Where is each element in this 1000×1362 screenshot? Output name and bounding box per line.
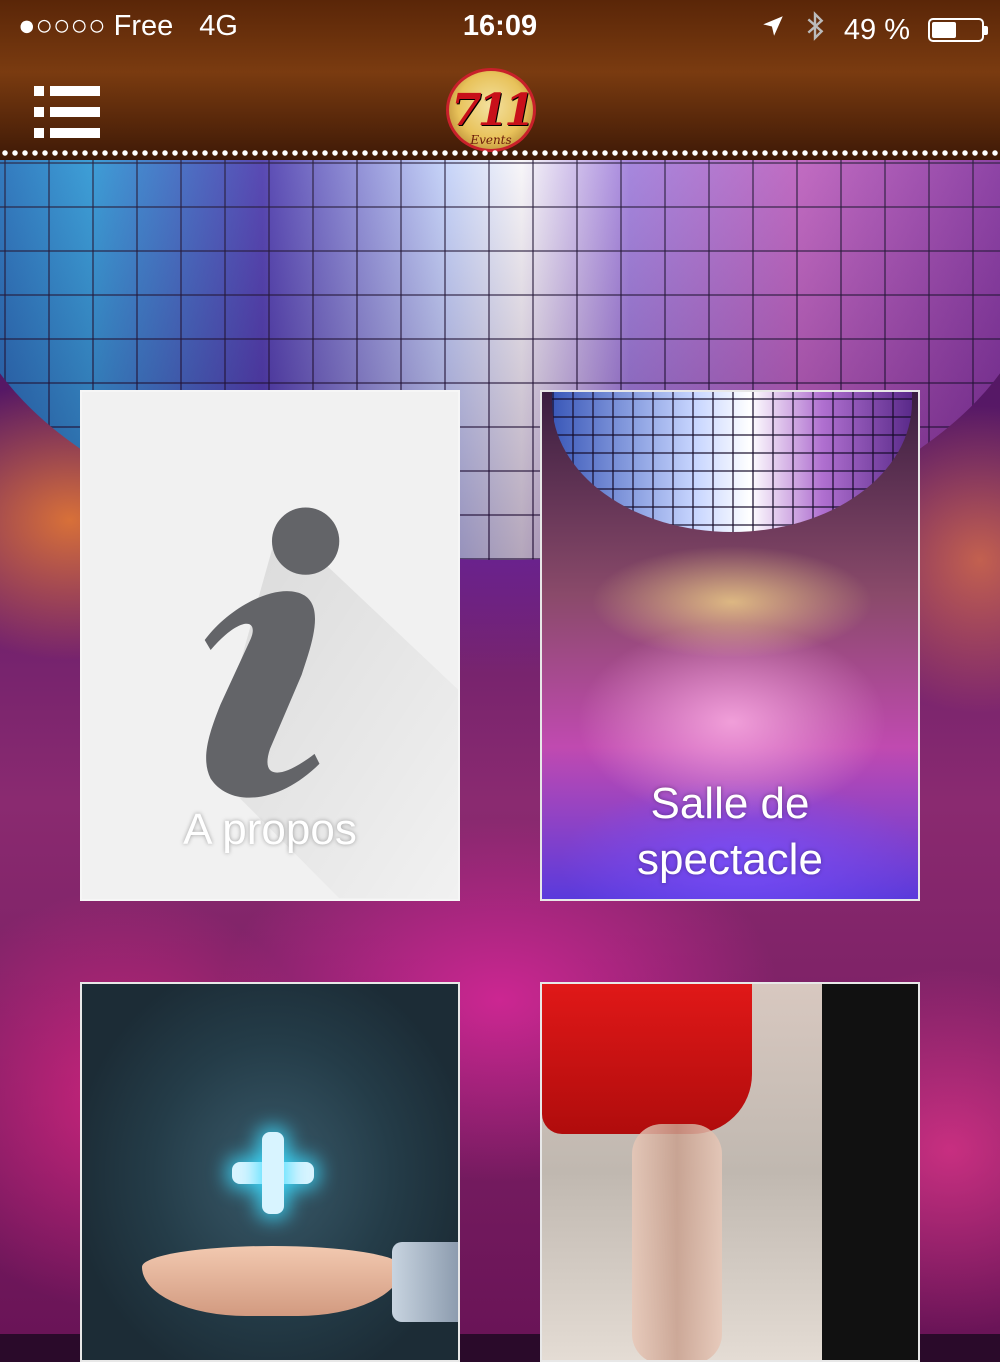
bluetooth-icon: [804, 10, 826, 50]
tile-plus[interactable]: [80, 982, 460, 1362]
logo-number: 711: [451, 84, 535, 136]
tile-salle-de-spectacle[interactable]: Salle de spectacle: [540, 390, 920, 901]
plus-icon: [232, 1132, 314, 1214]
logo-subtitle: Events: [470, 133, 512, 147]
battery-percent: 49 %: [843, 13, 910, 46]
app-logo[interactable]: 711 Events: [446, 68, 536, 152]
disco-ball-thumbnail: [552, 392, 912, 532]
location-arrow-icon: [760, 13, 786, 47]
tile-danse[interactable]: [540, 982, 920, 1362]
sleeve-image: [392, 1242, 458, 1322]
hamburger-menu-icon[interactable]: [34, 86, 100, 138]
tile-label-salle-line1: Salle de: [650, 779, 810, 828]
status-right: 49 %: [760, 10, 988, 50]
header-dotted-border: [0, 148, 1000, 158]
battery-icon: [928, 18, 988, 42]
status-bar: ●○○○○ Free 4G 16:09 49 %: [0, 0, 1000, 56]
tile-label-salle-line2: spectacle: [637, 835, 823, 884]
dark-suit-image: [822, 984, 918, 1360]
battery-level: [932, 22, 956, 38]
red-skirt-image: [542, 984, 752, 1134]
dancer-legs-image: [632, 1124, 722, 1360]
tile-label-a-propos: A propos: [183, 805, 357, 854]
tile-a-propos[interactable]: A propos: [80, 390, 460, 901]
open-hand-image: [142, 1246, 402, 1316]
